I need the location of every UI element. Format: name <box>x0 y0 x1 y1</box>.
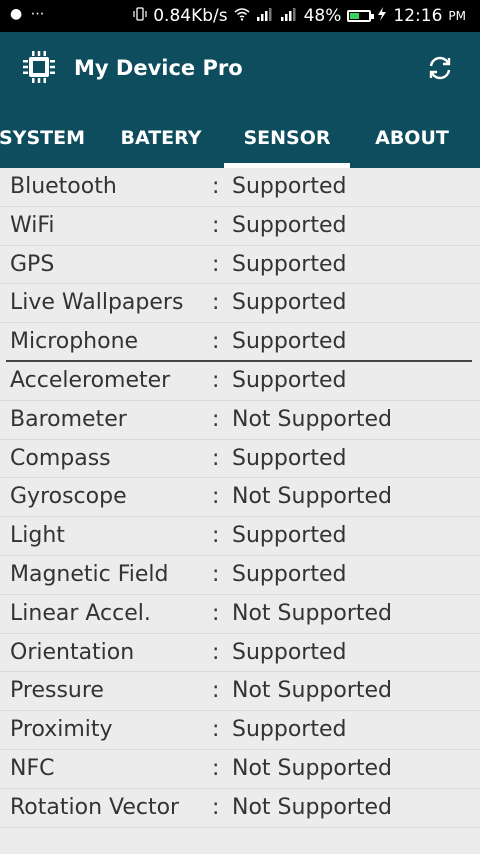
row-separator: : <box>212 445 220 471</box>
row-separator: : <box>212 329 220 355</box>
tab-about[interactable]: ABOUT <box>360 108 464 168</box>
app-bar: My Device Pro <box>0 32 480 108</box>
battery-icon <box>347 10 375 22</box>
list-row: Rotation Vector: Not Supported <box>0 789 480 828</box>
list-row: GPS: Supported <box>0 246 480 285</box>
row-label: Compass <box>10 445 111 471</box>
row-label: WiFi <box>10 212 55 238</box>
tab-battery[interactable]: BATERY <box>106 108 216 168</box>
row-separator: : <box>212 406 220 432</box>
vibrate-icon <box>133 6 147 26</box>
row-label: Linear Accel. <box>10 600 151 626</box>
row-separator: : <box>212 600 220 626</box>
network-speed: 0.84Kb/s <box>153 6 228 26</box>
row-value: Supported <box>232 251 347 277</box>
list-row: Linear Accel.: Not Supported <box>0 595 480 634</box>
row-value: Supported <box>232 174 347 199</box>
list-row: Light: Supported <box>0 517 480 556</box>
row-label: Magnetic Field <box>10 561 169 587</box>
row-value: Not Supported <box>232 678 393 704</box>
row-value: Supported <box>232 523 347 549</box>
row-value: Not Supported <box>232 600 393 626</box>
row-label: Barometer <box>10 406 127 432</box>
row-separator: : <box>212 174 220 199</box>
charging-icon <box>377 6 387 26</box>
row-label: Light <box>10 523 65 549</box>
status-icons: 0.84Kb/s 48% 12:16 PM <box>133 6 466 26</box>
row-value: Supported <box>232 561 347 587</box>
row-separator: : <box>212 639 220 665</box>
row-separator: : <box>212 678 220 704</box>
row-value: Not Supported <box>232 406 393 432</box>
row-value: Supported <box>232 329 347 355</box>
list-row: Live Wallpapers: Supported <box>0 284 480 324</box>
clock: 12:16 <box>393 6 443 26</box>
tab-system[interactable]: SYSTEM <box>0 108 98 168</box>
row-label: Accelerometer <box>10 367 171 393</box>
cpu-chip-icon <box>22 50 56 84</box>
row-value: Not Supported <box>232 755 393 781</box>
row-value: Not Supported <box>232 794 393 820</box>
list-row: Pressure: Not Supported <box>0 672 480 712</box>
notification-icons: ● ⋯ <box>10 6 47 22</box>
clock-ampm: PM <box>448 9 466 23</box>
row-separator: : <box>212 251 220 277</box>
app-title: My Device Pro <box>74 56 243 80</box>
row-value: Supported <box>232 290 347 316</box>
battery-percent: 48% <box>303 6 342 26</box>
row-separator: : <box>212 561 220 587</box>
list-row: Proximity: Supported <box>0 711 480 750</box>
sensor-list: Bluetooth: Supported WiFi: Supported GPS: S… <box>0 168 480 828</box>
refresh-icon <box>426 54 454 86</box>
row-label: Orientation <box>10 639 135 665</box>
refresh-button[interactable] <box>420 50 460 90</box>
row-separator: : <box>212 794 220 820</box>
signal-icon <box>256 6 274 26</box>
status-bar: ● ⋯ 0.84Kb/s 48% 12:16 PM <box>0 0 480 32</box>
list-row: NFC: Not Supported <box>0 750 480 789</box>
row-label: Bluetooth <box>10 174 117 199</box>
row-value: Not Supported <box>232 484 393 510</box>
row-separator: : <box>212 755 220 781</box>
row-value: Supported <box>232 367 347 393</box>
row-label: Live Wallpapers <box>10 290 184 316</box>
row-separator: : <box>212 367 220 393</box>
list-row: Orientation: Supported <box>0 634 480 673</box>
row-separator: : <box>212 717 220 743</box>
tab-bar: SYSTEM BATERY SENSOR ABOUT <box>0 108 480 168</box>
list-row: Accelerometer: Supported <box>0 362 480 401</box>
row-value: Supported <box>232 212 347 238</box>
list-row: Gyroscope: Not Supported <box>0 478 480 518</box>
row-label: GPS <box>10 251 55 277</box>
list-row: Microphone: Supported <box>6 323 472 362</box>
row-separator: : <box>212 523 220 549</box>
row-separator: : <box>212 484 220 510</box>
list-row: Bluetooth: Supported <box>0 168 480 207</box>
row-label: Proximity <box>10 717 113 743</box>
row-value: Supported <box>232 445 347 471</box>
row-label: Rotation Vector <box>10 794 180 820</box>
wifi-icon <box>234 6 250 26</box>
row-value: Supported <box>232 717 347 743</box>
row-label: Gyroscope <box>10 484 127 510</box>
list-row: WiFi: Supported <box>0 207 480 246</box>
list-row: Compass: Supported <box>0 440 480 479</box>
list-row: Magnetic Field: Supported <box>0 556 480 595</box>
row-value: Supported <box>232 639 347 665</box>
row-separator: : <box>212 290 220 316</box>
row-label: NFC <box>10 755 55 781</box>
tab-sensor[interactable]: SENSOR <box>224 108 350 168</box>
row-label: Pressure <box>10 678 104 704</box>
row-label: Microphone <box>10 329 139 355</box>
signal-icon <box>280 6 298 26</box>
row-separator: : <box>212 212 220 238</box>
list-row: Barometer: Not Supported <box>0 401 480 440</box>
